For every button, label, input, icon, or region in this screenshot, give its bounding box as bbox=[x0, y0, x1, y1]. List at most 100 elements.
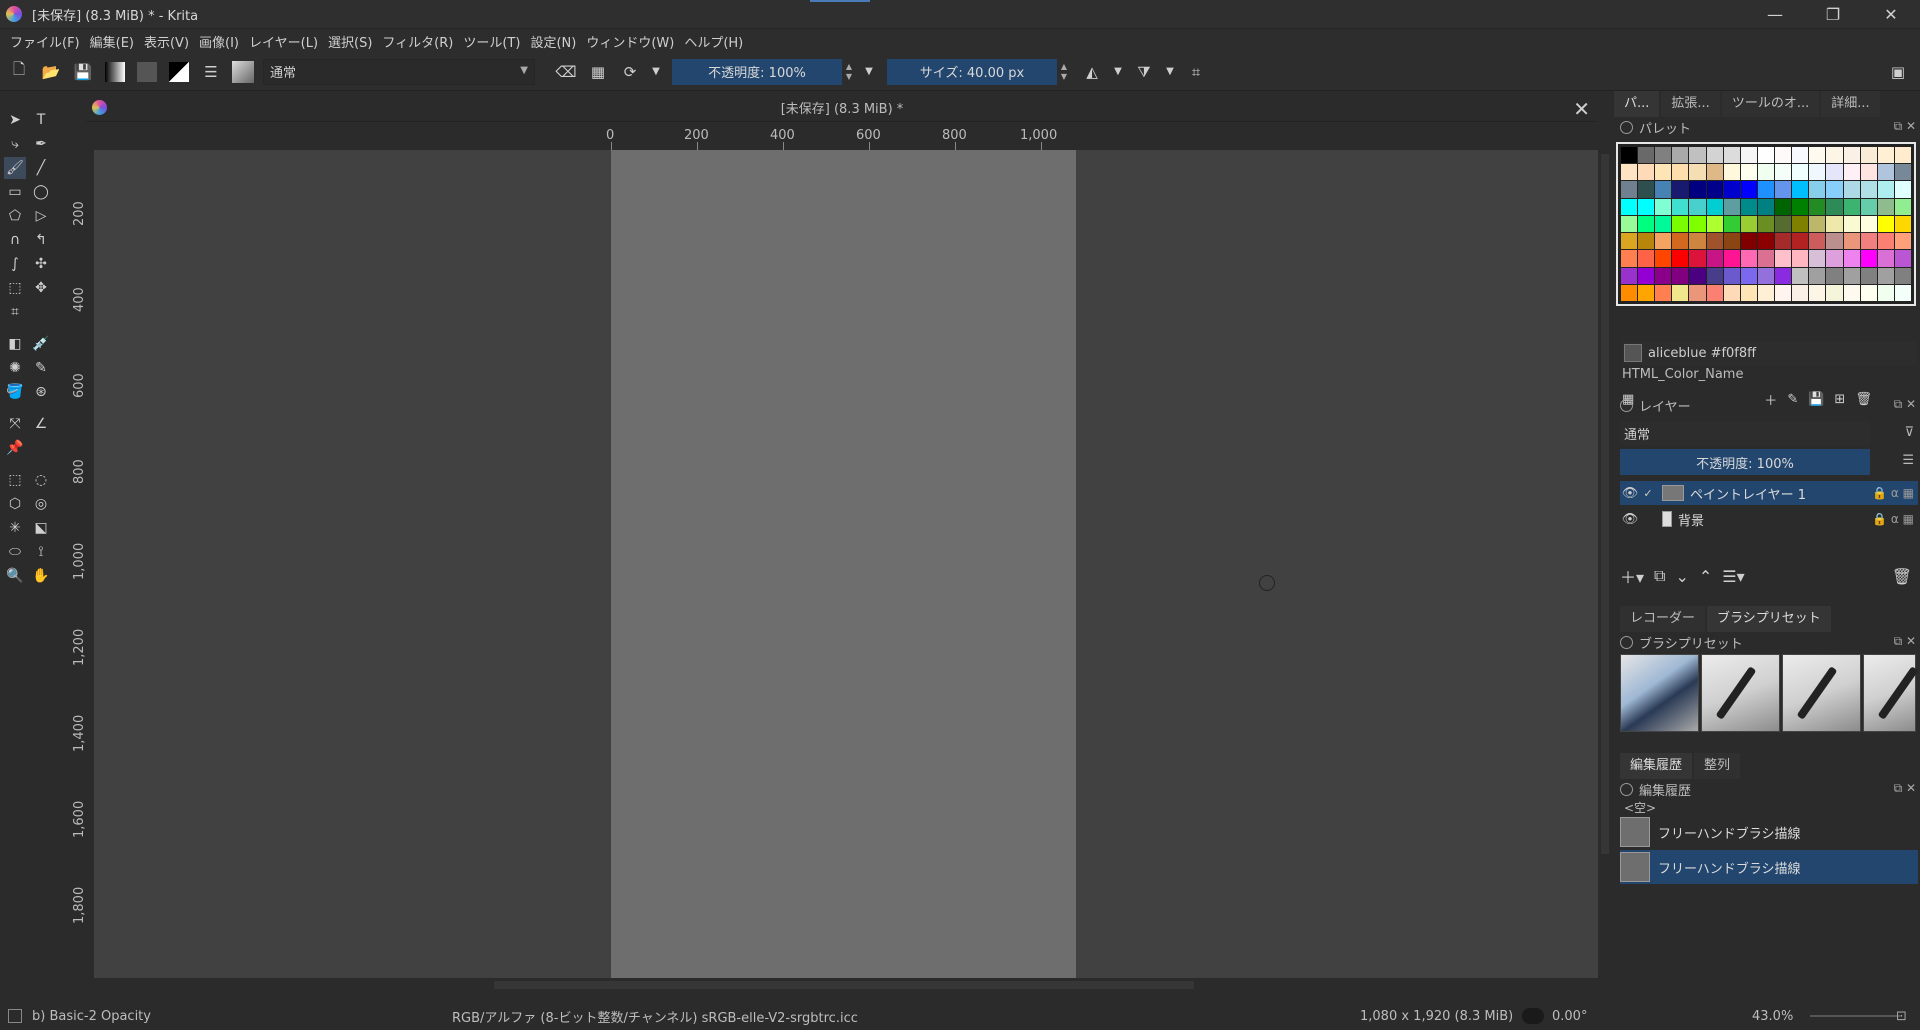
palette-swatch[interactable] bbox=[1792, 147, 1809, 164]
brush-settings-icon[interactable]: ☰ bbox=[198, 59, 224, 85]
menu-image[interactable]: 画像(I) bbox=[195, 32, 245, 51]
restore-button[interactable]: ❐ bbox=[1804, 0, 1862, 29]
tab-tool-options[interactable]: ツールのオ... bbox=[1721, 91, 1820, 117]
menu-window[interactable]: ウィンドウ(W) bbox=[582, 32, 680, 51]
menu-settings[interactable]: 設定(N) bbox=[526, 32, 582, 51]
palette-swatch[interactable] bbox=[1689, 181, 1706, 198]
crop-tool-icon[interactable]: ⌗ bbox=[4, 301, 26, 323]
pan-tool-icon[interactable]: ✋ bbox=[30, 565, 52, 587]
tab-palette[interactable]: パ... bbox=[1614, 91, 1660, 117]
measure-tool-icon[interactable]: ∠ bbox=[30, 413, 52, 435]
palette-swatch[interactable] bbox=[1621, 181, 1638, 198]
transform-tool-icon[interactable]: ⬚ bbox=[4, 277, 26, 299]
polyline-tool-icon[interactable]: ▷ bbox=[30, 205, 52, 227]
palette-swatch[interactable] bbox=[1655, 164, 1672, 181]
polygon-select-tool-icon[interactable]: ⬡ bbox=[4, 493, 26, 515]
spin-arrows-icon[interactable]: ▲ ▼ bbox=[842, 59, 856, 85]
open-folder-icon[interactable]: 📂 bbox=[38, 59, 64, 85]
menu-filter[interactable]: フィルタ(R) bbox=[378, 32, 459, 51]
palette-swatch[interactable] bbox=[1775, 164, 1792, 181]
palette-swatch[interactable] bbox=[1706, 267, 1723, 284]
tab-undo-history[interactable]: 編集履歴 bbox=[1620, 753, 1693, 779]
smart-patch-tool-icon[interactable]: ✎ bbox=[30, 357, 52, 379]
palette-swatch[interactable] bbox=[1740, 147, 1757, 164]
palette-swatch[interactable] bbox=[1723, 198, 1740, 215]
save-icon[interactable]: 💾 bbox=[70, 59, 96, 85]
palette-swatch[interactable] bbox=[1655, 215, 1672, 233]
close-window-button[interactable]: ✕ bbox=[1862, 0, 1920, 29]
palette-swatch[interactable] bbox=[1843, 164, 1860, 181]
palette-swatch[interactable] bbox=[1655, 147, 1672, 164]
palette-swatch[interactable] bbox=[1894, 250, 1911, 267]
palette-swatch[interactable] bbox=[1775, 198, 1792, 215]
tab-recorder[interactable]: レコーダー bbox=[1620, 606, 1706, 632]
layer-flags-icon[interactable]: 🔒 α ▦ bbox=[1872, 486, 1914, 500]
palette-swatch[interactable] bbox=[1672, 284, 1689, 301]
palette-swatch[interactable] bbox=[1894, 198, 1911, 215]
palette-swatch[interactable] bbox=[1672, 267, 1689, 284]
panel-float-close-icons[interactable]: ⧉ ✕ bbox=[1894, 119, 1916, 134]
blend-mode-select[interactable]: 通常 ▼ bbox=[263, 58, 535, 85]
fullscreen-icon[interactable]: ⊡ bbox=[1896, 1009, 1907, 1024]
palette-swatch[interactable] bbox=[1655, 284, 1672, 301]
palette-swatch[interactable] bbox=[1809, 250, 1826, 267]
freehand-path-tool-icon[interactable]: ↰ bbox=[30, 229, 52, 251]
palette-swatch[interactable] bbox=[1672, 233, 1689, 250]
palette-swatch[interactable] bbox=[1689, 233, 1706, 250]
palette-swatch[interactable] bbox=[1809, 233, 1826, 250]
multibrush-tool-icon[interactable]: ✣ bbox=[30, 253, 52, 275]
palette-swatch[interactable] bbox=[1860, 181, 1877, 198]
eraser-mode-icon[interactable]: ⌫ bbox=[553, 59, 579, 85]
palette-swatch[interactable] bbox=[1775, 147, 1792, 164]
palette-swatch[interactable] bbox=[1894, 164, 1911, 181]
palette-swatch[interactable] bbox=[1860, 198, 1877, 215]
delete-layer-icon[interactable]: 🗑 bbox=[1892, 567, 1912, 586]
vertical-scrollbar[interactable] bbox=[1598, 150, 1612, 978]
zoom-tool-icon[interactable]: 🔍 bbox=[4, 565, 26, 587]
lock-icon[interactable] bbox=[1620, 398, 1633, 412]
palette-swatch[interactable] bbox=[1792, 233, 1809, 250]
palette-swatch[interactable] bbox=[1757, 164, 1775, 181]
palette-swatch[interactable] bbox=[1860, 147, 1877, 164]
palette-swatch[interactable] bbox=[1775, 233, 1792, 250]
palette-swatch[interactable] bbox=[1826, 215, 1843, 233]
palette-swatch[interactable] bbox=[1723, 215, 1740, 233]
palette-swatch[interactable] bbox=[1621, 147, 1638, 164]
palette-swatch[interactable] bbox=[1775, 267, 1792, 284]
palette-swatch[interactable] bbox=[1843, 250, 1860, 267]
brush-preset-pen[interactable] bbox=[1701, 654, 1780, 732]
palette-swatch[interactable] bbox=[1621, 233, 1638, 250]
calligraphy-tool-icon[interactable]: ✒ bbox=[30, 133, 52, 155]
palette-swatch[interactable] bbox=[1775, 181, 1792, 198]
add-layer-icon[interactable]: ＋▾ bbox=[1620, 564, 1644, 588]
palette-swatch[interactable] bbox=[1689, 215, 1706, 233]
palette-swatch[interactable] bbox=[1877, 267, 1894, 284]
rectangle-tool-icon[interactable]: ▭ bbox=[4, 181, 26, 203]
brush-preset-icon[interactable] bbox=[230, 59, 256, 85]
palette-swatch[interactable] bbox=[1740, 250, 1757, 267]
palette-swatch[interactable] bbox=[1860, 267, 1877, 284]
palette-swatch-grid[interactable] bbox=[1616, 142, 1916, 306]
palette-swatch[interactable] bbox=[1843, 284, 1860, 301]
mirror-horizontal-icon[interactable]: ◭ bbox=[1079, 59, 1105, 85]
minimize-button[interactable]: — bbox=[1746, 0, 1804, 29]
fill-tool-icon[interactable]: 🪣 bbox=[4, 381, 26, 403]
palette-swatch[interactable] bbox=[1826, 164, 1843, 181]
horizontal-scrollbar[interactable] bbox=[94, 978, 1598, 992]
palette-swatch[interactable] bbox=[1621, 267, 1638, 284]
palette-swatch[interactable] bbox=[1723, 250, 1740, 267]
palette-swatch[interactable] bbox=[1672, 181, 1689, 198]
eye-icon[interactable]: 👁 bbox=[1620, 512, 1640, 527]
palette-swatch[interactable] bbox=[1757, 250, 1775, 267]
menu-select[interactable]: 選択(S) bbox=[324, 32, 378, 51]
palette-swatch[interactable] bbox=[1809, 164, 1826, 181]
palette-swatch[interactable] bbox=[1638, 215, 1655, 233]
palette-swatch[interactable] bbox=[1809, 147, 1826, 164]
palette-swatch[interactable] bbox=[1740, 164, 1757, 181]
palette-swatch[interactable] bbox=[1809, 215, 1826, 233]
palette-swatch[interactable] bbox=[1740, 284, 1757, 301]
palette-swatch[interactable] bbox=[1843, 198, 1860, 215]
move-layer-up-icon[interactable]: ⌃ bbox=[1699, 567, 1712, 586]
palette-swatch[interactable] bbox=[1638, 233, 1655, 250]
brush-preset-eraser[interactable] bbox=[1620, 654, 1699, 732]
